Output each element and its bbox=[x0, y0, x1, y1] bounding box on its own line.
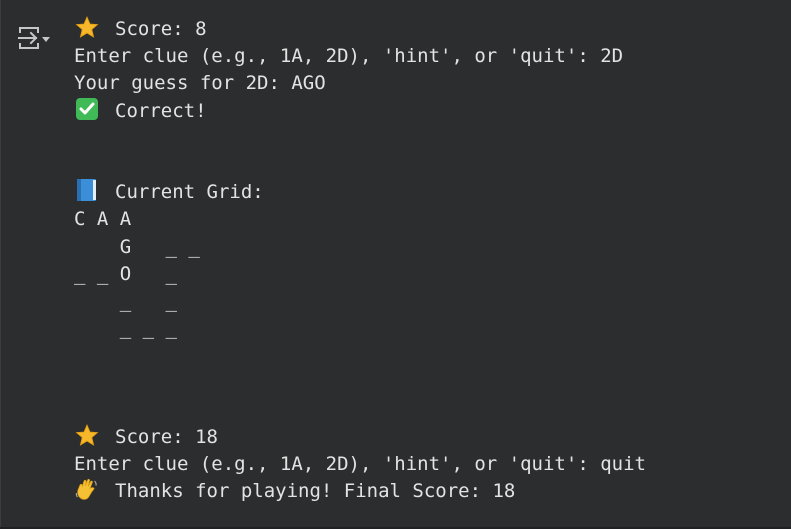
output-line-text: Score: 18 bbox=[115, 425, 218, 448]
check-mark-icon bbox=[74, 97, 100, 120]
star-icon bbox=[74, 423, 100, 446]
output-line: _ _ O _ bbox=[74, 261, 646, 288]
output-line: Enter clue (e.g., 1A, 2D), 'hint', or 'q… bbox=[74, 43, 646, 70]
output-line: G _ _ bbox=[74, 234, 646, 261]
output-line-text: Correct! bbox=[115, 99, 207, 122]
output-line-text: _ _ _ bbox=[74, 317, 177, 340]
output-line: Enter clue (e.g., 1A, 2D), 'hint', or 'q… bbox=[74, 451, 646, 478]
output-line-text: Enter clue (e.g., 1A, 2D), 'hint', or 'q… bbox=[74, 45, 624, 68]
output-line-text: C A A bbox=[74, 208, 132, 231]
output-line-text: G _ _ bbox=[74, 235, 200, 258]
output-line: Score: 8 bbox=[74, 16, 646, 43]
output-line-text: Enter clue (e.g., 1A, 2D), 'hint', or 'q… bbox=[74, 453, 646, 475]
output-line-text: _ _ bbox=[74, 289, 177, 312]
console-output: Score: 8 Enter clue (e.g., 1A, 2D), 'hint… bbox=[74, 16, 646, 505]
output-line: C A A bbox=[74, 206, 646, 233]
output-line-text: Score: 8 bbox=[115, 18, 207, 40]
output-line: Correct! bbox=[74, 97, 646, 125]
output-line: Thanks for playing! Final Score: 18 bbox=[74, 478, 646, 505]
output-line: Score: 18 bbox=[74, 423, 646, 451]
left-border bbox=[0, 0, 1, 529]
waving-hand-icon bbox=[74, 478, 100, 500]
output-line-text: Current Grid: bbox=[115, 181, 264, 204]
output-actions-button[interactable] bbox=[18, 24, 54, 52]
star-icon bbox=[74, 16, 100, 38]
output-toggle-icon bbox=[18, 27, 50, 49]
blue-book-icon bbox=[74, 179, 100, 202]
cell-output-area: Score: 8 Enter clue (e.g., 1A, 2D), 'hint… bbox=[0, 0, 791, 529]
output-line-text: Your guess for 2D: AGO bbox=[74, 72, 326, 95]
output-line-text: Thanks for playing! Final Score: 18 bbox=[115, 480, 516, 503]
output-line: _ _ _ bbox=[74, 315, 646, 342]
output-line: Current Grid: bbox=[74, 179, 646, 206]
output-line: _ _ bbox=[74, 288, 646, 315]
output-line: Your guess for 2D: AGO bbox=[74, 70, 646, 97]
output-line-text: _ _ O _ bbox=[74, 262, 177, 285]
